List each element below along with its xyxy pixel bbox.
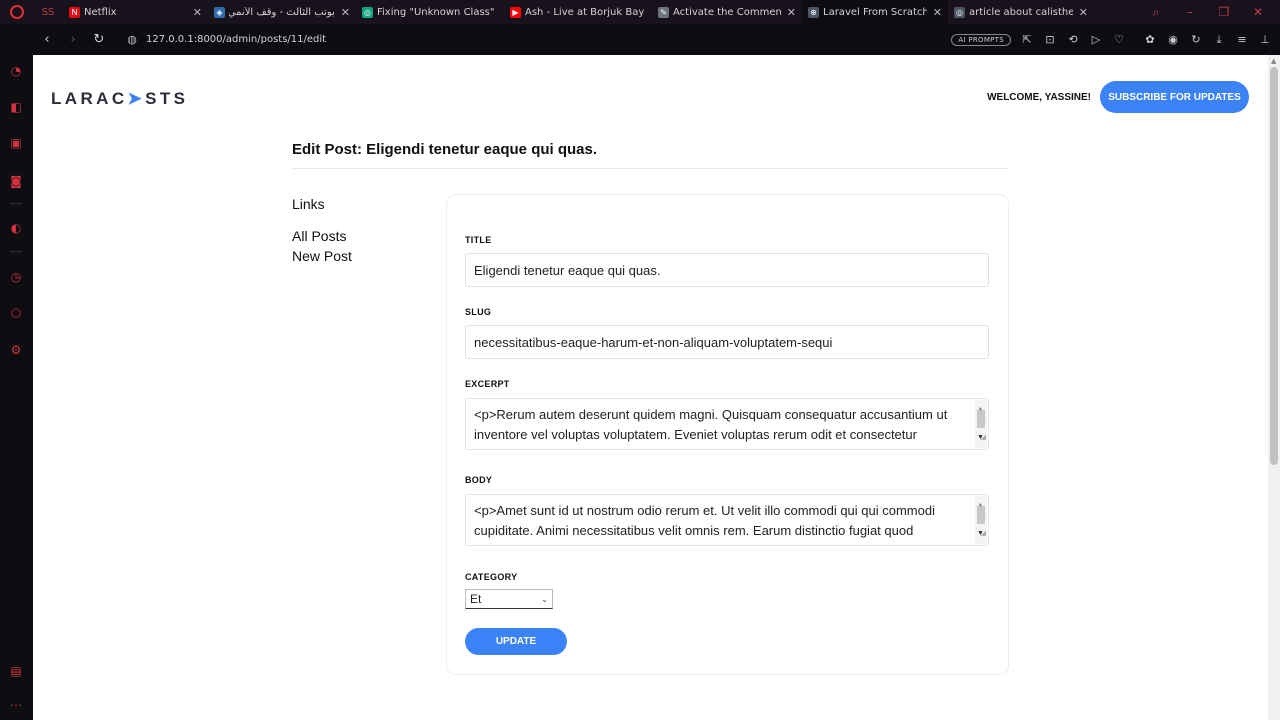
tab-chatgpt[interactable]: ◎ Fixing "Unknown Class" E <box>356 0 504 24</box>
screenshot-icon[interactable]: ⊡ <box>1043 33 1057 46</box>
tab-article[interactable]: ◎ article about calisthenics ✕ <box>948 0 1094 24</box>
download-icon[interactable]: ⤓ <box>1212 33 1226 47</box>
site-info-icon[interactable]: ◍ <box>124 33 140 46</box>
excerpt-textarea[interactable]: <p>Rerum autem deserunt quidem magni. Qu… <box>465 398 989 450</box>
sync-icon[interactable]: ↻ <box>1189 33 1203 46</box>
sidebar-divider <box>10 251 22 252</box>
resize-handle-icon[interactable]: ◢ <box>981 428 986 448</box>
netflix-icon: N <box>69 6 80 18</box>
slug-input[interactable]: necessitatibus-eaque-harum-et-non-aliqua… <box>465 325 989 359</box>
shopping-icon[interactable]: ◧ <box>8 99 24 115</box>
sidebar-divider <box>10 203 22 204</box>
share-icon[interactable]: ⇱ <box>1020 33 1034 46</box>
window-controls: ⌕ – ❐ ✕ <box>1148 0 1280 24</box>
pen-icon: ✎ <box>658 6 669 18</box>
category-value: Et <box>470 592 482 606</box>
paper-plane-icon: ➤ <box>127 89 146 108</box>
tab-label: Ash - Live at Borjuk Bay <box>525 6 645 18</box>
close-tab-icon[interactable]: ✕ <box>341 6 350 19</box>
tab-label: Netflix <box>84 6 117 18</box>
category-select[interactable]: Et ⌄ <box>465 589 553 609</box>
aria-icon[interactable]: ◔ <box>8 63 24 79</box>
tab-islands-icon[interactable]: SS <box>33 7 63 18</box>
toolbar-icons: AI PROMPTS ⇱ ⊡ ⟲ ▷ ♡ ✿ ◉ ↻ ⤓ ≡ ⊥ <box>951 24 1272 55</box>
restore-icon[interactable]: ❐ <box>1216 5 1232 19</box>
scroll-up-icon[interactable]: ▲ <box>1271 57 1276 65</box>
globe-icon: ◎ <box>954 6 965 18</box>
close-tab-icon[interactable]: ✕ <box>193 6 202 19</box>
globe-icon: ⊕ <box>808 6 819 18</box>
tab-netflix[interactable]: N Netflix ✕ <box>63 0 208 24</box>
chatgpt-icon: ◎ <box>362 6 373 18</box>
title-label: TITLE <box>465 235 492 245</box>
tab-label: Laravel From Scratch Blo <box>823 6 927 18</box>
heart-icon[interactable]: ♡ <box>1112 33 1126 46</box>
chevron-down-icon: ⌄ <box>541 594 548 604</box>
close-tab-icon[interactable]: ✕ <box>933 6 942 19</box>
page-title: Edit Post: Eligendi tenetur eaque qui qu… <box>292 141 598 158</box>
close-tab-icon[interactable]: ✕ <box>787 6 796 19</box>
forward-icon[interactable]: › <box>60 32 86 47</box>
more-icon[interactable]: ⋯ <box>8 697 24 713</box>
tab-anime[interactable]: ◈ ﺑﻮﺗﺐ اﻟﺜﺎﻟﺚ - وقف الأنمي ✕ <box>208 0 356 24</box>
page-scrollbar[interactable]: ▲ <box>1268 55 1280 720</box>
tab-comment[interactable]: ✎ Activate the Comment Fo ✕ <box>652 0 802 24</box>
body-text: <p>Amet sunt id ut nostrum odio rerum et… <box>474 503 935 538</box>
close-tab-icon[interactable]: ✕ <box>1079 6 1088 19</box>
youtube-icon: ▶ <box>510 6 521 18</box>
update-button[interactable]: UPDATE <box>465 628 567 655</box>
pin-icon[interactable]: ⊥ <box>1258 33 1272 46</box>
player-icon[interactable]: ◐ <box>8 220 24 236</box>
extension-icon[interactable]: ⟲ <box>1066 33 1080 46</box>
laracasts-logo[interactable]: LARAC➤STS <box>51 89 188 109</box>
scrollbar-thumb[interactable] <box>1270 67 1278 465</box>
ai-prompts-button[interactable]: AI PROMPTS <box>951 33 1011 46</box>
body-label: BODY <box>465 475 493 485</box>
link-all-posts[interactable]: All Posts <box>292 228 346 244</box>
resize-handle-icon[interactable]: ◢ <box>981 524 986 544</box>
vpn-icon[interactable]: ✿ <box>1143 33 1157 46</box>
profile-icon[interactable]: ◉ <box>1166 33 1180 46</box>
divider <box>292 168 1008 169</box>
url-field[interactable]: 127.0.0.1:8000/admin/posts/11/edit <box>146 34 326 45</box>
cube-icon[interactable]: ⬡ <box>8 305 24 321</box>
search-tabs-icon[interactable]: ⌕ <box>1148 5 1164 20</box>
close-window-icon[interactable]: ✕ <box>1250 5 1266 19</box>
send-icon[interactable]: ▷ <box>1089 33 1103 46</box>
tab-laravel[interactable]: ⊕ Laravel From Scratch Blo ✕ <box>802 0 948 24</box>
history-icon[interactable]: ◷ <box>8 269 24 285</box>
logo-text: STS <box>145 89 189 108</box>
opera-sidebar: ◔ ◧ ▣ ◙ ◐ ◷ ⬡ ⚙ ▤ ⋯ <box>0 55 33 720</box>
title-input[interactable]: Eligendi tenetur eaque qui quas. <box>465 253 989 287</box>
welcome-text: WELCOME, YASSINE! <box>987 92 1091 103</box>
settings-icon[interactable]: ⚙ <box>8 342 24 358</box>
tab-label: Activate the Comment Fo <box>673 6 781 18</box>
excerpt-label: EXCERPT <box>465 379 510 389</box>
opera-menu-icon[interactable] <box>0 0 33 24</box>
category-label: CATEGORY <box>465 572 518 582</box>
address-bar: ‹ › ↻ ◍ 127.0.0.1:8000/admin/posts/11/ed… <box>0 24 1280 55</box>
back-icon[interactable]: ‹ <box>34 32 60 47</box>
easy-setup-icon[interactable]: ≡ <box>1235 33 1249 46</box>
reload-icon[interactable]: ↻ <box>86 32 112 47</box>
sidebar-setup-icon[interactable]: ▤ <box>8 663 24 679</box>
shield-icon: ◈ <box>214 6 225 18</box>
minimize-icon[interactable]: – <box>1182 5 1198 19</box>
tab-label: Fixing "Unknown Class" E <box>377 6 498 18</box>
tab-youtube[interactable]: ▶ Ash - Live at Borjuk Bay <box>504 0 652 24</box>
twitch-icon[interactable]: ▣ <box>8 135 24 151</box>
browser-tab-bar: SS N Netflix ✕ ◈ ﺑﻮﺗﺐ اﻟﺜﺎﻟﺚ - وقف الأنم… <box>0 0 1280 24</box>
slug-label: SLUG <box>465 307 492 317</box>
subscribe-button[interactable]: SUBSCRIBE FOR UPDATES <box>1100 81 1249 113</box>
instagram-icon[interactable]: ◙ <box>8 173 24 189</box>
excerpt-text: <p>Rerum autem deserunt quidem magni. Qu… <box>474 407 948 442</box>
tab-label: ﺑﻮﺗﺐ اﻟﺜﺎﻟﺚ - وقف الأنمي <box>229 6 335 18</box>
body-textarea[interactable]: <p>Amet sunt id ut nostrum odio rerum et… <box>465 494 989 546</box>
link-new-post[interactable]: New Post <box>292 248 352 264</box>
links-heading: Links <box>292 196 325 212</box>
page-viewport: LARAC➤STS WELCOME, YASSINE! SUBSCRIBE FO… <box>33 55 1280 720</box>
tab-label: article about calisthenics <box>969 6 1073 18</box>
logo-text: LARAC <box>51 89 128 108</box>
